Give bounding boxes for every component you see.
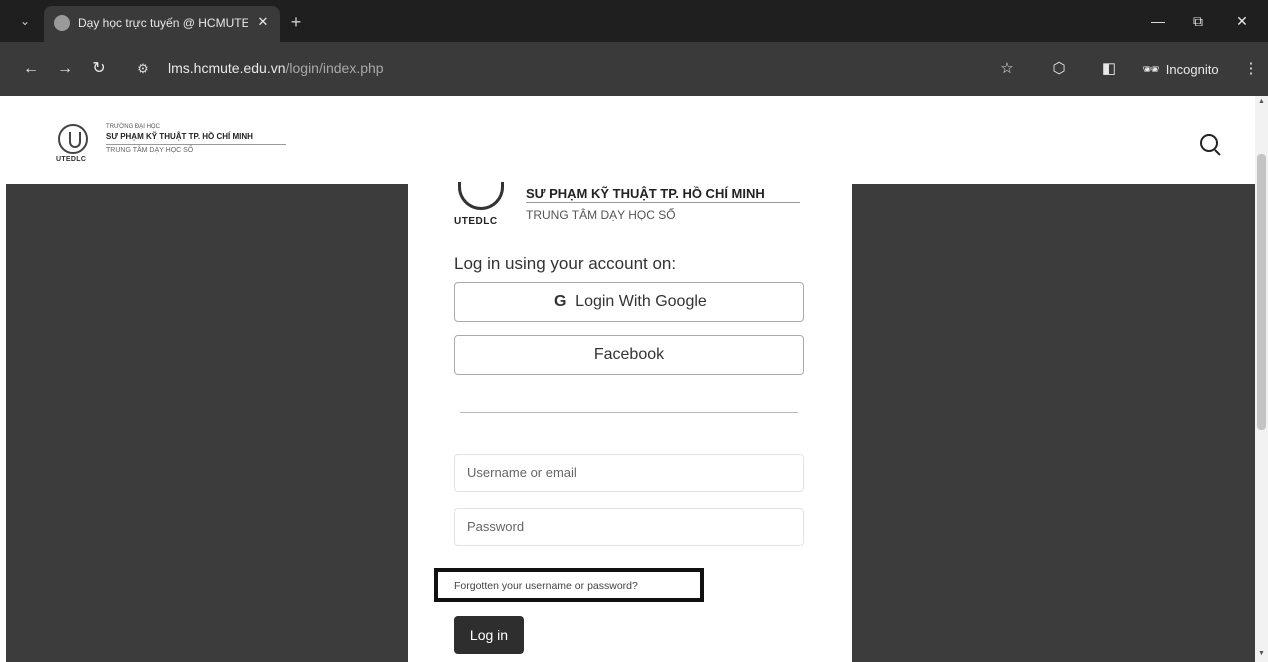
header-line-school-type: TRƯỜNG ĐẠI HỌC — [106, 124, 160, 130]
password-input[interactable]: Password — [454, 508, 804, 546]
log-in-button[interactable]: Log in — [454, 616, 524, 654]
scrollbar-thumb[interactable] — [1257, 154, 1266, 430]
browser-tab-strip: ⌄ Dạy học trực tuyến @ HCMUTE ✕ + — ⧉ ✕ — [0, 0, 1268, 42]
site-header: UTEDLC TRƯỜNG ĐẠI HỌC SƯ PHẠM KỸ THUẬT T… — [0, 96, 1255, 182]
logo-word: UTEDLC — [56, 156, 87, 163]
section-divider — [460, 412, 798, 413]
facebook-login-button[interactable]: Facebook — [454, 335, 804, 375]
login-org-subtitle: TRUNG TÂM DẠY HỌC SỐ — [526, 208, 676, 222]
side-panel-icon[interactable]: ◧ — [1098, 58, 1120, 80]
reload-icon[interactable]: ↻ — [88, 58, 110, 80]
site-info-icon[interactable]: ⚙ — [134, 60, 152, 78]
header-center-name: TRUNG TÂM DẠY HỌC SỐ — [106, 147, 194, 154]
header-divider — [106, 144, 286, 145]
new-tab-button[interactable]: + — [286, 12, 306, 32]
url-host: lms.hcmute.edu.vn — [168, 60, 286, 76]
google-button-label: Login With Google — [575, 293, 707, 310]
browser-menu-icon[interactable]: ⋮ — [1240, 58, 1262, 80]
login-logo-icon — [458, 182, 504, 210]
minimize-window-button[interactable]: — — [1144, 10, 1172, 32]
incognito-label: Incognito — [1165, 62, 1219, 77]
url-text[interactable]: lms.hcmute.edu.vn/login/index.php — [168, 60, 384, 76]
search-icon[interactable] — [1200, 134, 1218, 152]
background-image-right — [852, 184, 1255, 662]
scroll-down-icon[interactable]: ▼ — [1255, 648, 1268, 660]
browser-tab-active[interactable]: Dạy học trực tuyến @ HCMUTE ✕ — [44, 6, 280, 42]
back-arrow-icon[interactable]: ← — [20, 58, 42, 80]
login-org-name: SƯ PHẠM KỸ THUẬT TP. HỒ CHÍ MINH — [526, 186, 765, 201]
close-window-button[interactable]: ✕ — [1228, 10, 1256, 32]
login-heading: Log in using your account on: — [454, 254, 677, 273]
page-scrollbar[interactable]: ▲ ▼ — [1255, 96, 1268, 662]
forward-arrow-icon[interactable]: → — [54, 58, 76, 80]
incognito-icon: 🕶 — [1142, 61, 1160, 77]
address-bar[interactable]: ⚙ lms.hcmute.edu.vn/login/index.php — [124, 50, 1134, 88]
username-input[interactable]: Username or email — [454, 454, 804, 492]
restore-window-button[interactable]: ⧉ — [1184, 10, 1212, 32]
login-brand-word: UTEDLC — [454, 216, 498, 227]
google-icon: G — [553, 293, 567, 310]
tab-close-icon[interactable]: ✕ — [254, 13, 272, 31]
login-panel: UTEDLC SƯ PHẠM KỸ THUẬT TP. HỒ CHÍ MINH … — [434, 182, 826, 662]
tab-title: Dạy học trực tuyến @ HCMUTE — [78, 16, 248, 30]
page-viewport: UTEDLC TRƯỜNG ĐẠI HỌC SƯ PHẠM KỸ THUẬT T… — [0, 96, 1268, 662]
browser-toolbar: ← → ↻ ⚙ lms.hcmute.edu.vn/login/index.ph… — [0, 42, 1268, 96]
login-with-google-button[interactable]: G Login With Google — [454, 282, 804, 322]
login-logo-divider — [526, 202, 800, 203]
url-path: /login/index.php — [285, 60, 384, 76]
incognito-badge[interactable]: 🕶 Incognito — [1134, 54, 1231, 84]
bookmark-star-icon[interactable]: ☆ — [996, 58, 1018, 80]
facebook-button-label: Facebook — [593, 346, 665, 363]
forgot-password-link[interactable]: Forgotten your username or password? — [454, 580, 638, 592]
background-image-left — [6, 184, 408, 662]
site-favicon-icon — [54, 15, 70, 31]
extensions-puzzle-icon[interactable]: ⬡ — [1048, 58, 1070, 80]
scroll-up-icon[interactable]: ▲ — [1255, 96, 1268, 108]
school-logo-icon[interactable] — [58, 124, 88, 154]
tab-search-chevron-icon[interactable]: ⌄ — [14, 10, 36, 32]
header-school-name[interactable]: SƯ PHẠM KỸ THUẬT TP. HỒ CHÍ MINH — [106, 132, 253, 141]
